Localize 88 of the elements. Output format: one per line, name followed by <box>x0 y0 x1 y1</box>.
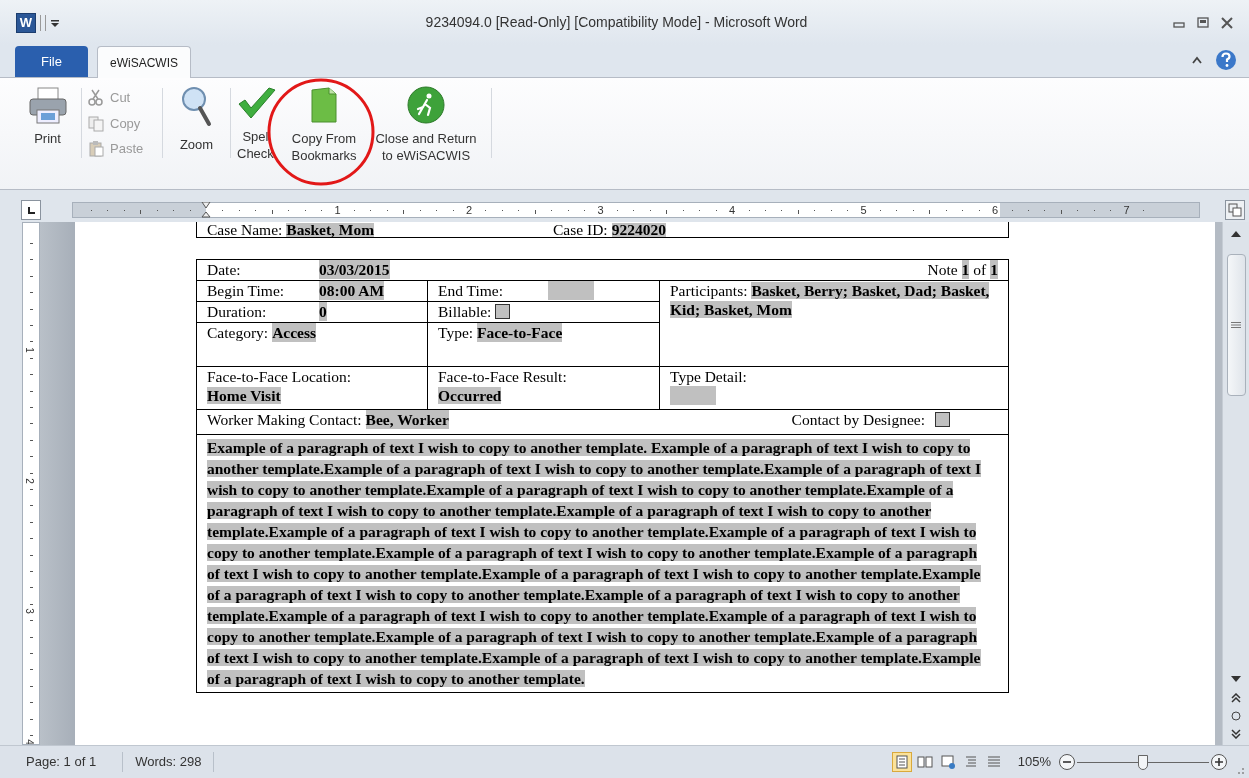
date-value: 03/03/2015 <box>319 260 390 279</box>
field-label: Face-to-Face Location: <box>207 367 353 386</box>
ruler-number: 5 <box>860 203 867 217</box>
pages-icon <box>88 114 104 132</box>
minus-icon <box>1063 758 1071 766</box>
note-number: 1 <box>961 260 970 279</box>
zoom-in-button[interactable] <box>1211 754 1227 770</box>
scroll-down-icon <box>1230 675 1242 683</box>
print-button[interactable]: Print <box>20 86 75 147</box>
ruler-number: 1 <box>334 203 341 217</box>
field-label: Date: <box>207 260 242 279</box>
draft-icon <box>985 754 1002 770</box>
tab-selector-button[interactable] <box>21 200 41 220</box>
spell-check-button[interactable]: Spel Check <box>237 86 283 162</box>
case-name-value: Basket, Mom <box>286 223 375 237</box>
ruler-number: 3 <box>597 203 604 217</box>
scissors-icon <box>88 89 104 107</box>
resize-grip-icon <box>1235 765 1245 775</box>
case-id-value: 9224020 <box>611 223 666 237</box>
view-ruler-button[interactable] <box>1225 200 1245 220</box>
collapse-ribbon-icon <box>1191 55 1203 65</box>
printer-icon <box>27 86 68 124</box>
ruler-number: 7 <box>1123 203 1130 217</box>
indent-marker-icon <box>201 202 211 218</box>
empty-field[interactable] <box>670 386 716 405</box>
field-label: of <box>973 260 987 279</box>
web-layout-icon <box>939 754 956 770</box>
zoom-button[interactable]: Zoom <box>169 86 224 153</box>
field-label: Category: <box>207 323 269 342</box>
tab-stop-icon <box>26 205 36 215</box>
ruler-number: 3 <box>23 608 34 614</box>
ruler-number: 2 <box>23 477 34 484</box>
word-app-icon[interactable]: W <box>16 12 36 33</box>
field-label: Billable: <box>438 302 492 321</box>
ruler-toggle-icon <box>1228 203 1242 217</box>
scrollbar-thumb[interactable] <box>1226 254 1246 396</box>
close-and-return-button[interactable]: Close and Return to eWiSACWIS <box>367 86 485 164</box>
next-page-icon <box>1231 729 1241 739</box>
worker-value: Bee, Worker <box>365 410 449 429</box>
plus-icon <box>1215 758 1223 766</box>
close-icon <box>1221 16 1233 29</box>
field-label: Begin Time: <box>207 281 286 300</box>
previous-page-icon <box>1231 693 1241 703</box>
field-label: Case Name: <box>207 223 283 237</box>
note-total: 1 <box>990 260 998 279</box>
browse-object-icon <box>1231 711 1241 721</box>
zoom-percent[interactable]: 105% <box>1017 752 1051 772</box>
field-label: Type Detail: <box>670 367 748 386</box>
window-title: 9234094.0 [Read-Only] [Compatibility Mode] - Microsoft Word <box>424 13 809 32</box>
word-count[interactable]: Words: 298 <box>123 752 215 772</box>
file-tab[interactable]: File <box>15 46 88 77</box>
zoom-slider-thumb[interactable] <box>1138 754 1148 770</box>
field-label: Contact by Designee: <box>791 410 925 429</box>
dropdown-icon <box>50 17 60 28</box>
participants-text: Participants: Basket, Berry; Basket, Dad; Basket, Kid; Basket, Mom <box>670 281 991 319</box>
field-label: Note <box>927 260 958 279</box>
ruler-number: 4 <box>728 203 736 217</box>
help-icon <box>1215 49 1237 71</box>
begin-time-value: 08:00 AM <box>319 281 384 300</box>
zoom-out-button[interactable] <box>1059 754 1075 770</box>
ruler-number: 2 <box>465 203 473 217</box>
paragraph-text: Example of a paragraph of text I wish to copy to another template. Example of a paragraph of text I wish to copy to another template.Example of a paragraph of text I wish to copy to another template.Example of a paragraph of text I wish to copy to another template.Example of a paragraph of text I wish to copy to another template.Example of a paragraph of text I wish to copy to another template.Example of a paragraph of text I wish to copy to another template.Example of a paragraph of text I wish to copy to another template.Example of a paragraph of text I wish to copy to another template.Example of a paragraph of text I wish to copy to another template.Example of a paragraph of text I wish to copy to another template.Example of a paragraph of text I wish to copy to another template.Example of a paragraph of text I wish to copy to another template.Example of a paragraph of text I wish to copy to another template.Example of a paragraph of text I wish to copy to another template.Example of a paragraph of text I wish to copy to another template.Example of a paragraph of text I wish to copy to another template.Example of a paragraph of text I wish to copy to another template.Example of a paragraph of text I wish to copy to another template.Example of a paragraph of text I wish to copy to another template. <box>207 438 982 689</box>
ruler-number: 6 <box>991 203 999 217</box>
location-value: Home Visit <box>207 387 281 404</box>
field-label: Face-to-Face Result: <box>438 367 568 386</box>
ruler-number: 1 <box>23 347 34 353</box>
view-button[interactable] <box>891 752 912 772</box>
maximize-icon <box>1197 16 1209 29</box>
field-label: Worker Making Contact: <box>207 410 362 429</box>
checkbox[interactable] <box>935 412 950 427</box>
category-value: Access <box>272 323 317 342</box>
document-icon <box>309 86 339 124</box>
grip-icon <box>1231 322 1241 328</box>
field-label: Case ID: <box>553 223 608 237</box>
field-label: Duration: <box>207 302 268 321</box>
print-layout-icon <box>893 754 910 770</box>
page-count[interactable]: Page: 1 of 1 <box>0 752 124 772</box>
type-value: Face-to-Face <box>477 323 563 342</box>
ribbon-tab[interactable]: eWiSACWIS <box>97 46 191 78</box>
clipboard-icon <box>88 140 104 158</box>
reading-layout-icon <box>916 754 933 770</box>
scroll-up-icon <box>1230 230 1242 238</box>
ruler-number: 4 <box>23 738 34 744</box>
checkbox[interactable] <box>495 304 511 319</box>
field-label: Type: <box>438 323 474 342</box>
result-value: Occurred <box>438 387 502 404</box>
duration-value: 0 <box>319 302 327 321</box>
runner-icon <box>406 86 446 124</box>
